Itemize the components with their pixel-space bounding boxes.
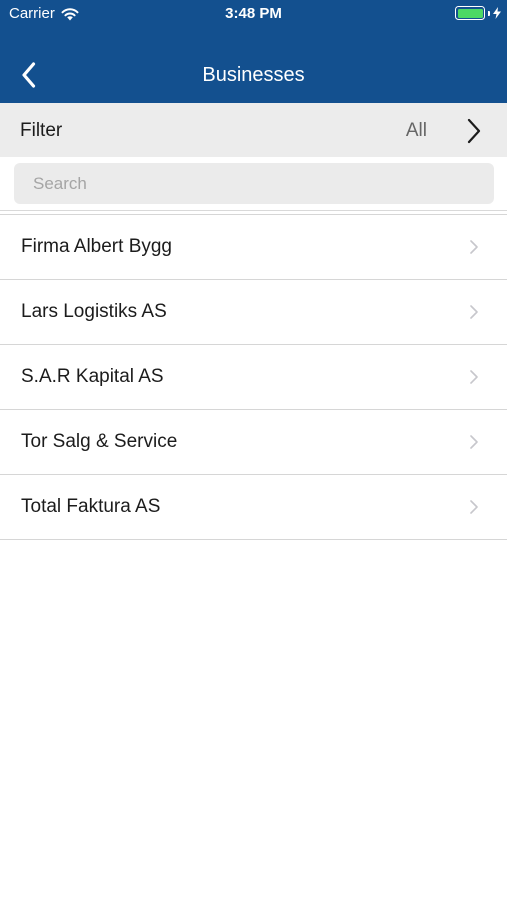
battery-group: [455, 6, 501, 20]
disclosure-chevron-icon: [470, 240, 478, 254]
status-time: 3:48 PM: [225, 5, 282, 22]
list-item-label: Total Faktura AS: [21, 496, 161, 517]
disclosure-chevron-icon: [470, 305, 478, 319]
list-item-label: Firma Albert Bygg: [21, 236, 172, 257]
list-item-label: Lars Logistiks AS: [21, 301, 167, 322]
business-list: Firma Albert Bygg Lars Logistiks AS S.A.…: [0, 214, 507, 540]
search-input[interactable]: [14, 163, 494, 204]
disclosure-chevron-icon: [470, 435, 478, 449]
charging-bolt-icon: [493, 7, 501, 19]
list-item-label: Tor Salg & Service: [21, 431, 178, 452]
list-item[interactable]: Firma Albert Bygg: [0, 215, 507, 280]
battery-cap: [488, 10, 490, 16]
chevron-right-icon: [467, 118, 481, 144]
list-item[interactable]: S.A.R Kapital AS: [0, 345, 507, 410]
status-bar: Carrier 3:48 PM: [0, 0, 507, 28]
page-title: Businesses: [202, 64, 305, 86]
list-item[interactable]: Lars Logistiks AS: [0, 280, 507, 345]
disclosure-chevron-icon: [470, 500, 478, 514]
disclosure-chevron-icon: [470, 370, 478, 384]
battery-icon: [455, 6, 485, 20]
battery-level: [457, 8, 483, 18]
filter-label: Filter: [20, 120, 63, 141]
navigation-header: Carrier 3:48 PM Businesses: [0, 0, 507, 103]
filter-value: All: [405, 120, 427, 141]
list-item[interactable]: Total Faktura AS: [0, 475, 507, 540]
list-item-label: S.A.R Kapital AS: [21, 366, 164, 387]
nav-bar: Businesses: [0, 48, 507, 103]
filter-row[interactable]: Filter All: [0, 103, 507, 157]
search-divider: [0, 210, 507, 211]
search-bar: [0, 157, 507, 211]
list-item[interactable]: Tor Salg & Service: [0, 410, 507, 475]
